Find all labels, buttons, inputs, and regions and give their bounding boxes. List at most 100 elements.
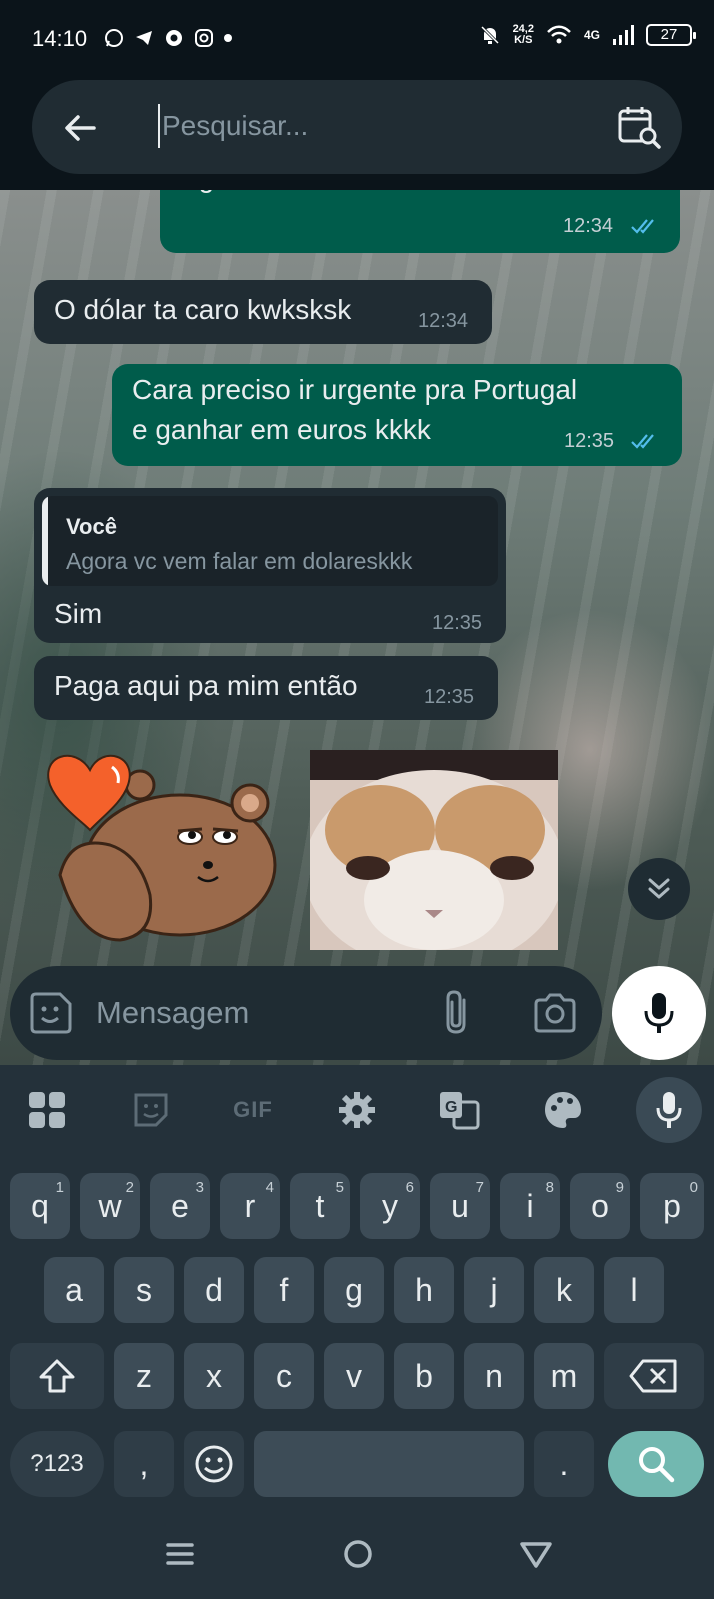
sticker-button[interactable] [126,1085,176,1135]
shift-key[interactable] [10,1343,104,1409]
key-r[interactable]: r4 [220,1173,280,1239]
network-type: 4G [583,28,600,42]
key-d[interactable]: d [184,1257,244,1323]
key-h[interactable]: h [394,1257,454,1323]
double-chevron-down-icon [648,878,670,899]
message-bubble-outgoing[interactable]: Cara preciso ir urgente pra Portugal e g… [112,364,682,466]
voice-typing-button[interactable] [636,1077,702,1143]
key-e[interactable]: e3 [150,1173,210,1239]
bear-heart-sticker[interactable] [40,745,280,945]
paperclip-icon[interactable] [438,988,478,1038]
svg-text:G: G [445,1099,457,1116]
key-o[interactable]: o9 [570,1173,630,1239]
palette-icon [545,1092,581,1128]
space-bar[interactable] [254,1431,524,1497]
message-text: Paga aqui pa mim então [54,670,358,701]
chrome-icon [166,30,182,46]
search-input[interactable] [162,106,602,146]
symbols-key[interactable]: ?123 [10,1431,104,1497]
message-composer [10,966,602,1060]
apps-grid-icon [29,1092,65,1128]
period-key[interactable]: . [534,1431,594,1497]
message-text: Agora vc vem falar em dolareskkk [180,190,602,198]
mute-bell-icon [480,25,499,45]
settings-button[interactable] [332,1085,382,1135]
key-q[interactable]: q1 [10,1173,70,1239]
gear-icon [339,1092,375,1128]
message-time: 12:35 [432,612,483,634]
keyboard-toolbar: GIF G [0,1065,714,1157]
chat-area[interactable]: Agora vc vem falar em dolareskkk 12:34 O… [0,190,714,1065]
backspace-icon [629,1359,677,1393]
key-y[interactable]: y6 [360,1173,420,1239]
apps-grid-button[interactable] [22,1085,72,1135]
battery-indicator: 27 [646,24,696,46]
more-notifications-dot [224,34,232,42]
key-b[interactable]: b [394,1343,454,1409]
backspace-key[interactable] [604,1343,704,1409]
key-t[interactable]: t5 [290,1173,350,1239]
key-c[interactable]: c [254,1343,314,1409]
key-w[interactable]: w2 [80,1173,140,1239]
message-time: 12:34 [418,310,469,332]
search-key[interactable] [608,1431,704,1497]
home-icon[interactable] [338,1536,378,1572]
key-a[interactable]: a [44,1257,104,1323]
message-bubble-incoming-reply[interactable]: Você Agora vc vem falar em dolareskkk Si… [34,488,506,643]
quote-accent-bar [42,496,48,586]
gif-button[interactable]: GIF [228,1085,278,1135]
recent-apps-icon[interactable] [160,1536,200,1572]
status-right: 24,2 K/S 4G 27 [479,23,696,46]
message-time: 12:34 [563,215,614,237]
key-g[interactable]: g [324,1257,384,1323]
status-time: 14:10 [32,26,88,51]
network-speed: 24,2 K/S [512,23,534,46]
read-ticks-icon [631,434,654,449]
key-l[interactable]: l [604,1257,664,1323]
key-x[interactable]: x [184,1343,244,1409]
key-k[interactable]: k [534,1257,594,1323]
quote-author: Você [66,514,117,539]
back-triangle-icon[interactable] [516,1536,556,1572]
whatsapp-icon [105,29,123,47]
wifi-icon [547,25,571,44]
key-s[interactable]: s [114,1257,174,1323]
key-m[interactable]: m [534,1343,594,1409]
key-u[interactable]: u7 [430,1173,490,1239]
sticker-icon [134,1093,168,1127]
message-bubble-incoming[interactable]: O dólar ta caro kwksksk 12:34 [34,280,492,344]
key-z[interactable]: z [114,1343,174,1409]
message-text: Sim [54,598,103,629]
shift-arrow-icon [39,1359,75,1393]
voice-record-button[interactable] [612,966,706,1060]
theme-button[interactable] [538,1085,588,1135]
key-j[interactable]: j [464,1257,524,1323]
comma-key[interactable]: , [114,1431,174,1497]
message-bubble-incoming[interactable]: Paga aqui pa mim então 12:35 [34,656,498,720]
message-time: 12:35 [564,430,615,452]
camera-icon[interactable] [532,992,578,1034]
search-header [0,80,714,190]
translate-icon: G [440,1092,480,1130]
key-v[interactable]: v [324,1343,384,1409]
message-text-line2: e ganhar em euros kkkk [132,414,431,445]
key-i[interactable]: i8 [500,1173,560,1239]
key-f[interactable]: f [254,1257,314,1323]
scroll-to-bottom-button[interactable] [628,858,690,920]
smiley-icon [195,1445,233,1483]
emoji-key[interactable] [184,1431,244,1497]
message-bubble-outgoing[interactable]: Agora vc vem falar em dolareskkk 12:34 [160,190,680,253]
text-cursor [158,104,160,148]
key-n[interactable]: n [464,1343,524,1409]
cat-photo-sticker[interactable] [310,750,558,950]
message-input[interactable] [96,990,416,1036]
status-bar: 14:10 24,2 K/S 4G 27 [0,0,714,80]
quoted-message[interactable]: Você Agora vc vem falar em dolareskkk [42,496,498,586]
calendar-search-icon[interactable] [616,104,662,150]
notification-icons [104,28,232,48]
sticker-emoji-icon[interactable] [28,990,74,1036]
key-p[interactable]: p0 [640,1173,704,1239]
search-bar [32,80,682,174]
translate-button[interactable]: G [434,1085,484,1135]
back-arrow-icon[interactable] [60,108,100,148]
